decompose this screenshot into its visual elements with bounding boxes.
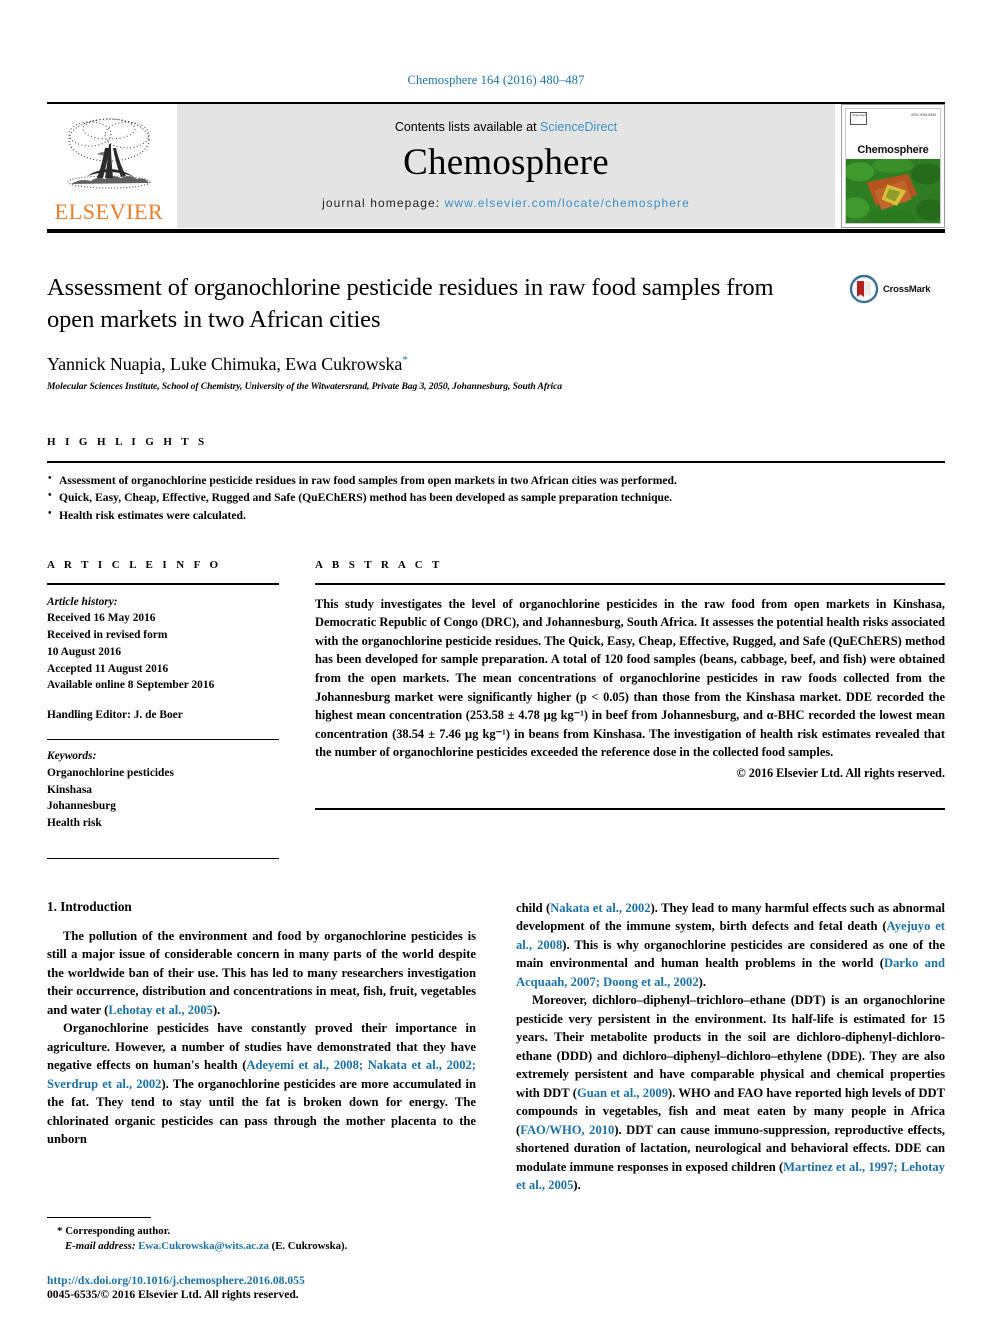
citation-link[interactable]: Guan et al., 2009: [577, 1086, 668, 1100]
cover-publisher-badge: Chemosphere: [850, 112, 867, 125]
body-column-left: 1. Introduction The pollution of the env…: [47, 899, 476, 1195]
crossmark-label: CrossMark: [883, 283, 931, 295]
title-block: CrossMark Assessment of organochlorine p…: [47, 272, 945, 392]
abstract-text: This study investigates the level of org…: [315, 596, 945, 760]
article-history-lead: Article history:: [47, 595, 118, 608]
keywords-lead: Keywords:: [47, 750, 97, 763]
handling-editor: Handling Editor: J. de Boer: [47, 709, 183, 722]
paragraph: The pollution of the environment and foo…: [47, 928, 476, 1017]
issn-copyright: 0045-6535/© 2016 Elsevier Ltd. All right…: [47, 1288, 299, 1301]
running-head: Chemosphere 164 (2016) 480–487: [407, 73, 585, 87]
doi-block: http://dx.doi.org/10.1016/j.chemosphere.…: [47, 1274, 487, 1301]
journal-cover-thumbnail: Chemosphere ISSN 0045-6535 Chemosphere: [841, 104, 945, 228]
list-item: Assessment of organochlorine pesticide r…: [47, 471, 945, 490]
history-line: 10 August 2016: [47, 645, 122, 658]
article-title: Assessment of organochlorine pesticide r…: [47, 274, 774, 333]
contents-available-line: Contents lists available at ScienceDirec…: [395, 120, 617, 134]
abstract-bottom-rule: [315, 808, 945, 810]
email-label: E-mail address:: [65, 1240, 136, 1253]
citation-link[interactable]: Martinez et al., 1997; Lehotay et al., 2…: [516, 1160, 945, 1193]
elsevier-logo-block: ELSEVIER: [47, 104, 171, 228]
list-item: Quick, Easy, Cheap, Effective, Rugged an…: [47, 488, 945, 507]
abstract-copyright: © 2016 Elsevier Ltd. All rights reserved…: [736, 766, 945, 780]
cover-inner: Chemosphere ISSN 0045-6535 Chemosphere: [845, 108, 941, 224]
article-info-column: A R T I C L E I N F O Article history: R…: [47, 559, 279, 859]
abstract-label: A B S T R A C T: [315, 558, 443, 571]
highlights-label: H I G H L I G H T S: [47, 435, 208, 448]
cover-leaves-illustration: [846, 159, 940, 223]
paragraph: child (Nakata et al., 2002). They lead t…: [516, 900, 945, 989]
article-page: Chemosphere 164 (2016) 480–487 ELSEVIER …: [0, 0, 992, 1323]
paragraph: Moreover, dichloro–diphenyl–trichloro–et…: [516, 993, 945, 1193]
journal-homepage-link[interactable]: www.elsevier.com/locate/chemosphere: [445, 196, 690, 210]
elsevier-tree-icon: [67, 118, 151, 189]
citation-link[interactable]: Lehotay et al., 2005: [108, 1003, 213, 1017]
doi-link[interactable]: http://dx.doi.org/10.1016/j.chemosphere.…: [47, 1274, 487, 1287]
crossmark-icon: [849, 274, 879, 304]
journal-band: Contents lists available at ScienceDirec…: [177, 104, 835, 228]
corresponding-author-marker: *: [402, 353, 408, 366]
article-history: Article history: Received 16 May 2016 Re…: [47, 585, 279, 695]
highlights-section: H I G H L I G H T S Assessment of organo…: [47, 436, 945, 525]
journal-homepage-line: journal homepage: www.elsevier.com/locat…: [322, 196, 690, 210]
citation-link[interactable]: Adeyemi et al., 2008; Nakata et al., 200…: [47, 1058, 476, 1091]
history-line: Received 16 May 2016: [47, 612, 156, 625]
cover-issn: ISSN 0045-6535: [910, 113, 936, 117]
author-list: Yannick Nuapia, Luke Chimuka, Ewa Cukrow…: [47, 354, 945, 375]
email-suffix: (E. Cukrowska).: [271, 1240, 348, 1253]
sciencedirect-link[interactable]: ScienceDirect: [540, 120, 617, 134]
body-column-right: child (Nakata et al., 2002). They lead t…: [516, 899, 945, 1195]
keyword-item: Johannesburg: [47, 800, 117, 813]
cover-artwork: [846, 159, 940, 223]
homepage-prefix: journal homepage:: [322, 196, 445, 211]
author-names: Yannick Nuapia, Luke Chimuka, Ewa Cukrow…: [47, 353, 403, 374]
email-link[interactable]: Ewa.Cukrowska@wits.ac.za: [138, 1240, 269, 1252]
body-columns: 1. Introduction The pollution of the env…: [47, 899, 945, 1195]
keyword-item: Health risk: [47, 817, 102, 830]
history-line: Available online 8 September 2016: [47, 679, 215, 692]
citation-link[interactable]: Darko and Acquaah, 2007; Doong et al., 2…: [516, 956, 945, 989]
paragraph: Organochlorine pesticides have constantl…: [47, 1021, 476, 1147]
abstract-column: A B S T R A C T This study investigates …: [315, 559, 945, 859]
article-info-bottom-rule: [47, 857, 279, 859]
crossmark-badge[interactable]: CrossMark: [849, 274, 945, 304]
affiliation: Molecular Sciences Institute, School of …: [47, 380, 562, 392]
section-heading-introduction: 1. Introduction: [47, 898, 132, 914]
highlights-list: Assessment of organochlorine pesticide r…: [47, 463, 945, 525]
history-line: Received in revised form: [47, 629, 168, 642]
keyword-item: Organochlorine pesticides: [47, 766, 174, 779]
email-note: E-mail address: Ewa.Cukrowska@wits.ac.za…: [47, 1239, 472, 1255]
footnote-block: * Corresponding author. E-mail address: …: [47, 1216, 472, 1255]
citation-link[interactable]: FAO/WHO, 2010: [520, 1123, 614, 1137]
history-line: Accepted 11 August 2016: [47, 662, 169, 675]
corresponding-author-text: Corresponding author.: [65, 1224, 171, 1237]
journal-title: Chemosphere: [403, 141, 609, 183]
info-abstract-row: A R T I C L E I N F O Article history: R…: [47, 559, 945, 859]
footnote-rule: [47, 1216, 151, 1218]
elsevier-wordmark: ELSEVIER: [54, 199, 164, 224]
citation-link[interactable]: Ayejuyo et al., 2008: [516, 919, 945, 952]
keyword-item: Kinshasa: [47, 783, 92, 796]
footnote-star: *: [57, 1224, 63, 1237]
corresponding-author-note: * Corresponding author.: [47, 1224, 472, 1240]
cover-journal-name: Chemosphere: [857, 144, 929, 157]
list-item: Health risk estimates were calculated.: [47, 506, 945, 525]
cover-top: Chemosphere ISSN 0045-6535 Chemosphere: [846, 109, 940, 160]
citation-link[interactable]: Nakata et al., 2002: [550, 901, 650, 915]
journal-masthead: ELSEVIER Contents lists available at Sci…: [47, 102, 945, 233]
article-info-label: A R T I C L E I N F O: [47, 558, 222, 571]
keywords-block: Keywords: Organochlorine pesticides Kins…: [47, 740, 279, 832]
contents-prefix: Contents lists available at: [394, 119, 541, 134]
